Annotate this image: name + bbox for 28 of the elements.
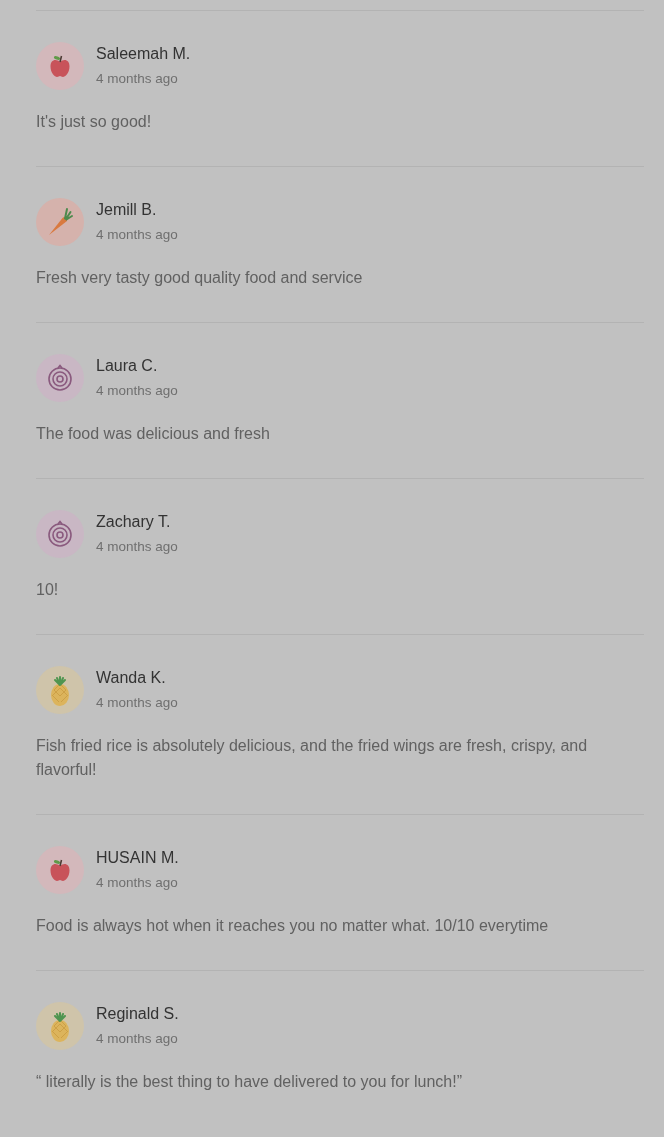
review-time: 4 months ago (96, 694, 178, 712)
reviewer-name: Reginald S. (96, 1004, 179, 1024)
reviewer-name: Laura C. (96, 356, 159, 376)
review-text: Fish fried rice is absolutely delicious, and the fried wings are fresh, crispy, and flavorful! (36, 736, 589, 780)
review-text: Fresh very tasty good quality food and service (36, 268, 364, 288)
pineapple-icon (36, 1002, 84, 1050)
review-text: Food is always hot when it reaches you no matter what. 10/10 everytime (36, 916, 550, 936)
reviewer-name: Zachary T. (96, 512, 172, 532)
review-time: 4 months ago (96, 874, 179, 892)
review-text: The food was delicious and fresh (36, 424, 271, 444)
review-text: “ literally is the best thing to have delivered to you for lunch!” (36, 1072, 463, 1092)
onion-icon (36, 510, 84, 558)
review-time: 4 months ago (96, 382, 178, 400)
reviewer-name: Saleemah M. (96, 44, 191, 64)
pineapple-icon (36, 666, 84, 714)
onion-icon (36, 354, 84, 402)
apple-icon (36, 846, 84, 894)
review-text: It's just so good! (36, 112, 153, 132)
review-time: 4 months ago (96, 538, 178, 556)
reviewer-name: Wanda K. (96, 668, 167, 688)
review-time: 4 months ago (96, 1030, 179, 1048)
apple-icon (36, 42, 84, 90)
review-time: 4 months ago (96, 226, 178, 244)
reviewer-name: HUSAIN M. (96, 848, 179, 868)
reviewer-name: Jemill B. (96, 200, 158, 220)
carrot-icon (36, 198, 84, 246)
review-text: 10! (36, 580, 60, 600)
review-time: 4 months ago (96, 70, 179, 88)
